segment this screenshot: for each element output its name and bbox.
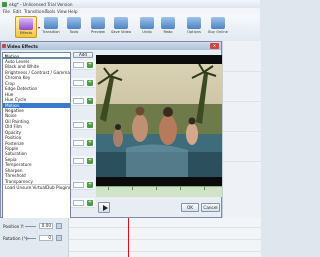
property-row: +: [71, 78, 95, 88]
play-button[interactable]: [98, 202, 110, 213]
transition-label: Transition: [42, 30, 60, 34]
property-spinner[interactable]: [73, 61, 84, 68]
preview-timeline[interactable]: [96, 186, 222, 197]
keyframe-icon[interactable]: [56, 222, 62, 229]
plus-icon[interactable]: +: [87, 139, 93, 146]
dialog-icon: [2, 44, 6, 48]
window-title: ekg* - Unlicensed Trial Version: [9, 1, 73, 7]
effects-label: Effects: [19, 31, 33, 35]
buy-online-label: Buy Online: [208, 30, 228, 34]
dialog-title: Video Effects: [7, 43, 38, 49]
save-video-label: Save Video: [111, 30, 132, 34]
rotation-slider[interactable]: [25, 237, 36, 239]
save-video-button[interactable]: Save Video: [111, 16, 131, 38]
position-y-input[interactable]: 0.00: [39, 222, 53, 229]
plus-icon[interactable]: +: [87, 199, 93, 206]
undo-label: Undo: [142, 30, 152, 34]
list-item-load-plugins[interactable]: Load Unsure VirtualDub Plugins: [3, 184, 70, 190]
side-panel: [222, 41, 261, 218]
plus-icon[interactable]: +: [87, 157, 93, 164]
keyframe-track[interactable]: [68, 218, 261, 257]
tools-icon: [67, 17, 81, 29]
property-row: +: [71, 198, 95, 208]
video-effects-dialog: Video Effects ✕ Motion ▾ Add + + + + + +…: [0, 41, 222, 221]
redo-label: Redo: [163, 30, 173, 34]
property-row: +: [71, 120, 95, 130]
property-row: +: [71, 96, 95, 106]
property-row: +: [71, 180, 95, 190]
rotation-input[interactable]: 0: [39, 234, 53, 241]
close-icon[interactable]: ✕: [210, 43, 219, 49]
chevron-down-icon: ▾: [5, 53, 7, 58]
transition-icon: [44, 17, 58, 29]
undo-icon: [140, 17, 154, 29]
redo-icon: [161, 17, 175, 29]
buy-online-button[interactable]: Buy Online: [208, 16, 228, 38]
options-icon: [187, 17, 201, 29]
property-row: +: [71, 156, 95, 166]
app-icon: [2, 1, 7, 7]
position-y-label: Position Y:: [3, 223, 25, 229]
plus-icon[interactable]: +: [87, 97, 93, 104]
play-icon: [102, 205, 108, 211]
save-video-icon: [114, 17, 128, 29]
preview-frame-image: [96, 64, 222, 177]
undo-button[interactable]: Undo: [137, 16, 157, 38]
cart-icon: [211, 17, 225, 29]
redo-button[interactable]: Redo: [158, 16, 178, 38]
preview-label: Preview: [91, 30, 105, 34]
transition-button[interactable]: Transition: [41, 16, 61, 38]
plus-icon[interactable]: +: [87, 61, 93, 68]
effects-icon: [19, 18, 33, 30]
property-spinner[interactable]: [73, 121, 84, 128]
property-spinner[interactable]: [73, 157, 84, 164]
main-toolbar: Effects ▾ Transition Tools Preview Save …: [0, 14, 260, 42]
property-spinner[interactable]: [73, 97, 84, 104]
position-y-slider[interactable]: [25, 225, 36, 227]
options-label: Options: [187, 30, 201, 34]
effect-properties: + + + + + + + +: [71, 58, 95, 213]
property-spinner[interactable]: [73, 79, 84, 86]
property-spinner[interactable]: [73, 139, 84, 146]
property-row: +: [71, 60, 95, 70]
preview-icon: [91, 17, 105, 29]
playhead[interactable]: [128, 218, 129, 257]
ok-button[interactable]: OK: [181, 203, 199, 212]
preview-button[interactable]: Preview: [88, 16, 108, 38]
effects-button[interactable]: Effects ▾: [15, 16, 40, 38]
property-spinner[interactable]: [73, 181, 84, 188]
property-spinner[interactable]: [73, 199, 84, 206]
tools-button[interactable]: Tools: [64, 16, 84, 38]
dialog-title-bar: Video Effects ✕: [1, 42, 221, 50]
plus-icon[interactable]: +: [87, 181, 93, 188]
keyframe-icon[interactable]: [56, 234, 62, 241]
chevron-down-icon[interactable]: ▾: [38, 25, 40, 30]
tools-label: Tools: [69, 30, 79, 34]
options-button[interactable]: Options: [184, 16, 204, 38]
cancel-button[interactable]: Cancel: [201, 203, 220, 212]
property-row: +: [71, 138, 95, 148]
video-preview: [96, 55, 222, 186]
effects-list[interactable]: Auto Levels Black and White Brightness /…: [2, 58, 71, 221]
plus-icon[interactable]: +: [87, 121, 93, 128]
plus-icon[interactable]: +: [87, 79, 93, 86]
